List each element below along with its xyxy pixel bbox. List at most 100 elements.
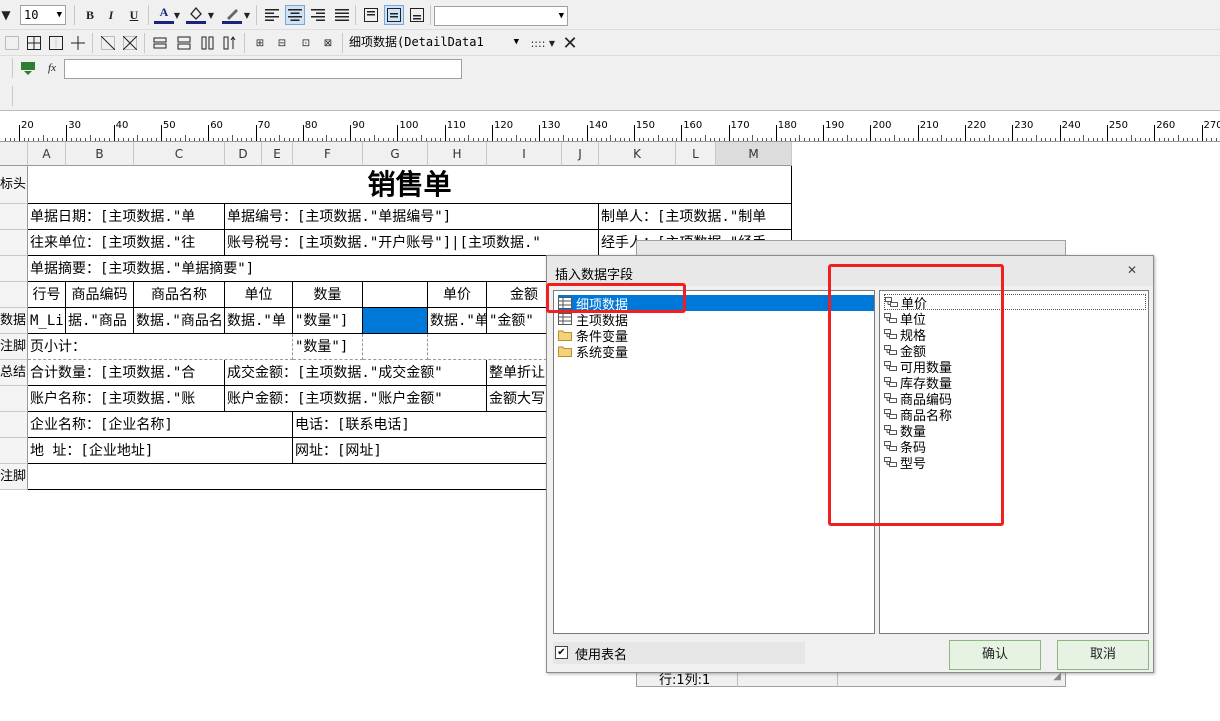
cancel-button[interactable]: 取消	[1057, 640, 1149, 670]
field-icon[interactable]: ⊞	[250, 33, 270, 53]
pen-color-icon[interactable]	[222, 4, 242, 24]
grid-cell[interactable]: 制单人：[主项数据."制单	[599, 204, 792, 230]
chevron-down-icon[interactable]: ▼	[206, 5, 216, 25]
line-style-dropdown[interactable]: ::::	[526, 33, 550, 53]
row-header[interactable]	[0, 256, 28, 282]
insert-field-icon[interactable]: ⊡	[296, 33, 316, 53]
border-none-icon[interactable]	[2, 33, 22, 53]
close-icon[interactable]: ✕	[1127, 263, 1137, 277]
chevron-down-icon[interactable]: ▼	[172, 5, 182, 25]
align-justify-icon[interactable]	[332, 5, 352, 25]
column-header-g[interactable]: G	[363, 142, 428, 166]
use-table-name-checkbox[interactable]: ✔	[555, 646, 568, 659]
selected-cell[interactable]	[363, 308, 428, 334]
row-header[interactable]: 注脚	[0, 334, 28, 360]
grid-cell[interactable]: 账户名称：[主项数据."账	[28, 386, 225, 412]
border-inside-icon[interactable]	[68, 33, 88, 53]
grid-corner[interactable]	[0, 142, 28, 166]
grid-cell[interactable]: 电话：[联系电话]	[293, 412, 562, 438]
tree-item[interactable]: 系统变量	[558, 343, 628, 361]
column-header-i[interactable]: I	[487, 142, 562, 166]
chevron-down-icon[interactable]: ▼	[548, 33, 556, 53]
valign-top-icon[interactable]	[361, 5, 381, 25]
column-header-j[interactable]: J	[562, 142, 599, 166]
column-header-f[interactable]: F	[293, 142, 363, 166]
grid-cell[interactable]: 账号税号：[主项数据."开户账号"]|[主项数据."	[225, 230, 599, 256]
valign-bottom-icon[interactable]	[407, 5, 427, 25]
font-dropdown-arrow[interactable]: ▼	[0, 5, 12, 25]
underline-button[interactable]: U	[124, 5, 144, 25]
grid-cell[interactable]: 成交金额：[主项数据."成交金额"	[225, 360, 487, 386]
grid-cell[interactable]: 单据日期：[主项数据."单	[28, 204, 225, 230]
grid-cell[interactable]: 网址：[网址]	[293, 438, 562, 464]
column-header-k[interactable]: K	[599, 142, 676, 166]
insert-summary-icon[interactable]: ⊠	[318, 33, 338, 53]
row-header[interactable]	[0, 438, 28, 464]
delete-column-icon[interactable]	[220, 33, 240, 53]
row-header[interactable]: 总结	[0, 360, 28, 386]
column-header-d[interactable]: D	[225, 142, 262, 166]
report-title[interactable]: 销售单	[28, 166, 792, 204]
diagonal-down-icon[interactable]	[98, 33, 118, 53]
column-header-m[interactable]: M	[716, 142, 792, 166]
align-right-icon[interactable]	[308, 5, 328, 25]
row-header[interactable]	[0, 282, 28, 308]
font-color-button[interactable]: A	[154, 4, 174, 24]
column-header-c[interactable]: C	[134, 142, 225, 166]
detail-data-cell[interactable]: 数据."商品名	[134, 308, 225, 334]
grid-cell[interactable]: 页小计：	[28, 334, 293, 360]
insert-column-icon[interactable]	[198, 33, 218, 53]
font-size-combo[interactable]: 10 ▼	[20, 5, 66, 25]
grid-cell[interactable]: 往来单位：[主项数据."往	[28, 230, 225, 256]
data-source-combo[interactable]: 细项数据(DetailData1 ▼	[346, 33, 522, 53]
grid-cell[interactable]: 合计数量：[主项数据."合	[28, 360, 225, 386]
row-header[interactable]	[0, 230, 28, 256]
delete-row-icon[interactable]	[174, 33, 194, 53]
detail-header-cell[interactable]: 行号	[28, 282, 66, 308]
column-header-b[interactable]: B	[66, 142, 134, 166]
fill-color-icon[interactable]	[186, 4, 206, 24]
column-header-h[interactable]: H	[428, 142, 487, 166]
row-header[interactable]	[0, 204, 28, 230]
align-center-icon[interactable]	[285, 5, 305, 25]
detail-header-cell[interactable]: 商品编码	[66, 282, 134, 308]
row-header[interactable]: 标头	[0, 166, 28, 204]
detail-data-cell[interactable]: M_Li	[28, 308, 66, 334]
style-combo[interactable]: ▼	[434, 6, 568, 26]
column-header-l[interactable]: L	[676, 142, 716, 166]
insert-row-icon[interactable]	[150, 33, 170, 53]
detail-header-cell[interactable]: 单位	[225, 282, 293, 308]
insert-function-icon[interactable]	[18, 58, 38, 78]
detail-header-cell[interactable]	[363, 282, 428, 308]
grid-cell[interactable]	[428, 334, 562, 360]
grid-cell[interactable]: 地 址：[企业地址]	[28, 438, 293, 464]
detail-header-cell[interactable]: 单价	[428, 282, 487, 308]
border-all-icon[interactable]	[24, 33, 44, 53]
column-header-a[interactable]: A	[28, 142, 66, 166]
expression-icon[interactable]: ⊟	[272, 33, 292, 53]
data-source-tree[interactable]: 细项数据 主项数据 条件变量 系统变量	[553, 290, 875, 634]
row-header[interactable]	[0, 412, 28, 438]
detail-data-cell[interactable]: 数据."单	[428, 308, 487, 334]
detail-data-cell[interactable]: "数量"]	[293, 308, 363, 334]
align-left-icon[interactable]	[262, 5, 282, 25]
grid-cell[interactable]	[28, 464, 562, 490]
row-header[interactable]: 注脚	[0, 464, 28, 490]
grid-cell[interactable]: "数量"]	[293, 334, 363, 360]
column-header-e[interactable]: E	[262, 142, 293, 166]
ok-button[interactable]: 确认	[949, 640, 1041, 670]
grid-cell[interactable]: 账户金额：[主项数据."账户金额"	[225, 386, 487, 412]
detail-header-cell[interactable]: 商品名称	[134, 282, 225, 308]
row-header[interactable]	[0, 386, 28, 412]
chevron-down-icon[interactable]: ▼	[242, 5, 252, 25]
detail-data-cell[interactable]: 据."商品	[66, 308, 134, 334]
detail-header-cell[interactable]: 数量	[293, 282, 363, 308]
grid-cell[interactable]: 企业名称：[企业名称]	[28, 412, 293, 438]
formula-input[interactable]	[64, 59, 462, 79]
grid-cell[interactable]	[363, 334, 428, 360]
close-icon[interactable]: ✕	[560, 33, 580, 54]
grid-cell[interactable]: 单据编号：[主项数据."单据编号"]	[225, 204, 599, 230]
row-header[interactable]: 数据	[0, 308, 28, 334]
bold-button[interactable]: B	[80, 5, 100, 25]
italic-button[interactable]: I	[101, 5, 121, 25]
